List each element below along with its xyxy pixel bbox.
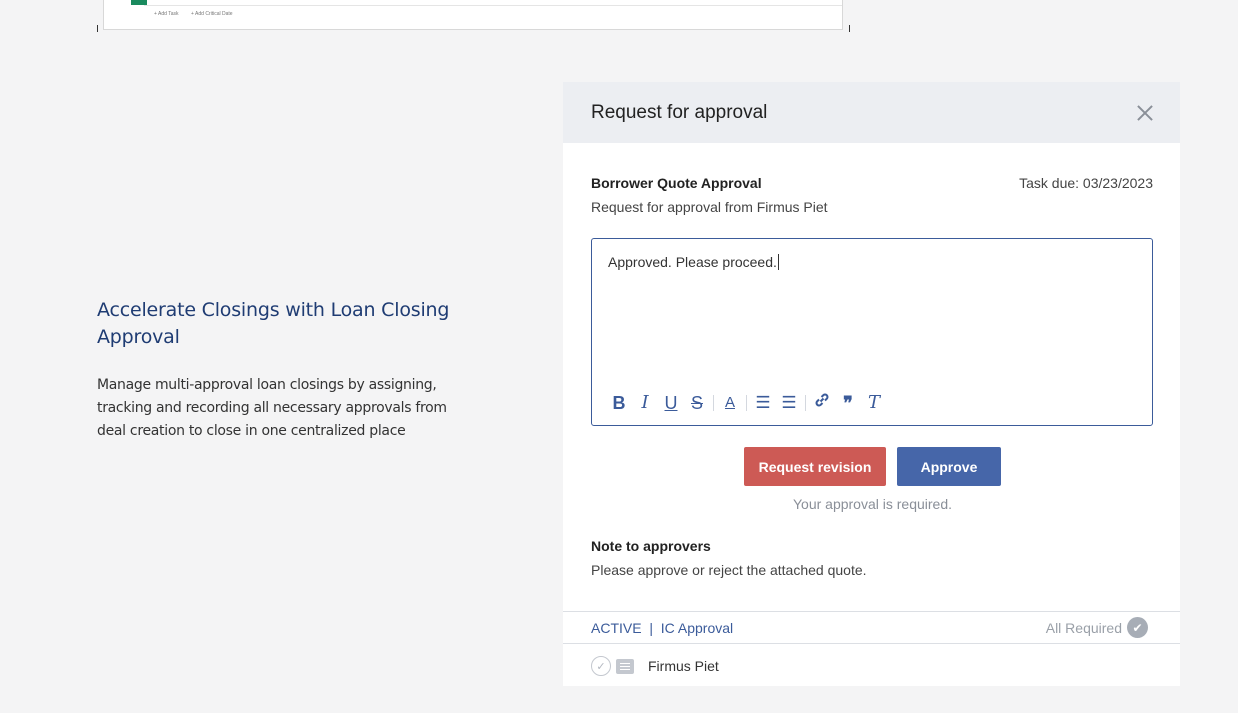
link-icon[interactable] [809, 391, 835, 415]
text-color-icon[interactable]: A [717, 392, 743, 414]
approval-required-label: Your approval is required. [792, 496, 953, 512]
approver-row: ✓ Firmus Piet [591, 656, 719, 676]
approve-button[interactable]: Approve [897, 447, 1001, 486]
task-subtitle: Request for approval from Firmus Piet [591, 199, 828, 215]
divider [144, 5, 842, 6]
editor-content[interactable]: Approved. Please proceed. [608, 254, 779, 270]
feature-heading: Accelerate Closings with Loan Closing Ap… [97, 299, 450, 348]
feature-promo: Accelerate Closings with Loan Closing Ap… [97, 297, 477, 443]
feature-description: Manage multi-approval loan closings by a… [97, 377, 447, 439]
comment-editor[interactable]: Approved. Please proceed. B I U S A ☰ ☰ … [591, 238, 1153, 426]
toolbar-divider [805, 395, 806, 411]
link-glyph [815, 393, 829, 407]
bullet-list-icon[interactable]: ☰ [776, 392, 802, 414]
modal-header: Request for approval [563, 82, 1180, 143]
crop-mark-right [849, 25, 850, 32]
clear-format-icon[interactable]: T [861, 392, 887, 414]
note-title: Note to approvers [591, 538, 711, 554]
add-critical-date-link: + Add Critical Date [191, 11, 233, 17]
check-icon: ✔ [1127, 617, 1148, 638]
toolbar-divider [713, 395, 714, 411]
approval-modal: Request for approval Borrower Quote Appr… [563, 82, 1180, 686]
italic-icon[interactable]: I [632, 392, 658, 414]
underline-icon[interactable]: U [658, 392, 684, 414]
note-body: Please approve or reject the attached qu… [591, 562, 867, 578]
editor-toolbar: B I U S A ☰ ☰ ❞ T [606, 391, 887, 415]
approval-status-bar: ACTIVE | IC Approval All Required ✔ [563, 611, 1180, 644]
crop-mark-left [97, 25, 98, 32]
embedded-screenshot: + Add Task + Add Critical Date [97, 0, 850, 32]
modal-title: Request for approval [591, 101, 768, 123]
requirement-label: All Required ✔ [1046, 617, 1148, 638]
add-task-link: + Add Task [154, 11, 179, 17]
quote-icon[interactable]: ❞ [835, 392, 861, 414]
task-due-date: Task due: 03/23/2023 [1019, 175, 1153, 191]
approval-check-icon: ✓ [591, 656, 611, 676]
approval-required-text: Your approval is required. [563, 496, 1180, 512]
status-marker [131, 0, 147, 5]
approver-name: Firmus Piet [648, 658, 719, 674]
all-required-text: All Required [1045, 619, 1122, 636]
task-title: Borrower Quote Approval [591, 175, 762, 191]
editor-value: Approved. Please proceed. [608, 254, 777, 270]
screenshot-frame: + Add Task + Add Critical Date [103, 0, 843, 30]
close-icon[interactable] [1134, 102, 1156, 124]
text-caret [777, 254, 779, 270]
comment-icon[interactable] [616, 658, 634, 674]
toolbar-divider [746, 395, 747, 411]
bold-icon[interactable]: B [606, 392, 632, 414]
ordered-list-icon[interactable]: ☰ [750, 392, 776, 414]
strikethrough-icon[interactable]: S [684, 392, 710, 414]
approval-stage-label[interactable]: ACTIVE | IC Approval [591, 620, 733, 636]
task-header: Borrower Quote Approval Task due: 03/23/… [591, 175, 1153, 191]
request-revision-button[interactable]: Request revision [744, 447, 886, 486]
action-buttons: Request revision Approve [744, 447, 1001, 486]
